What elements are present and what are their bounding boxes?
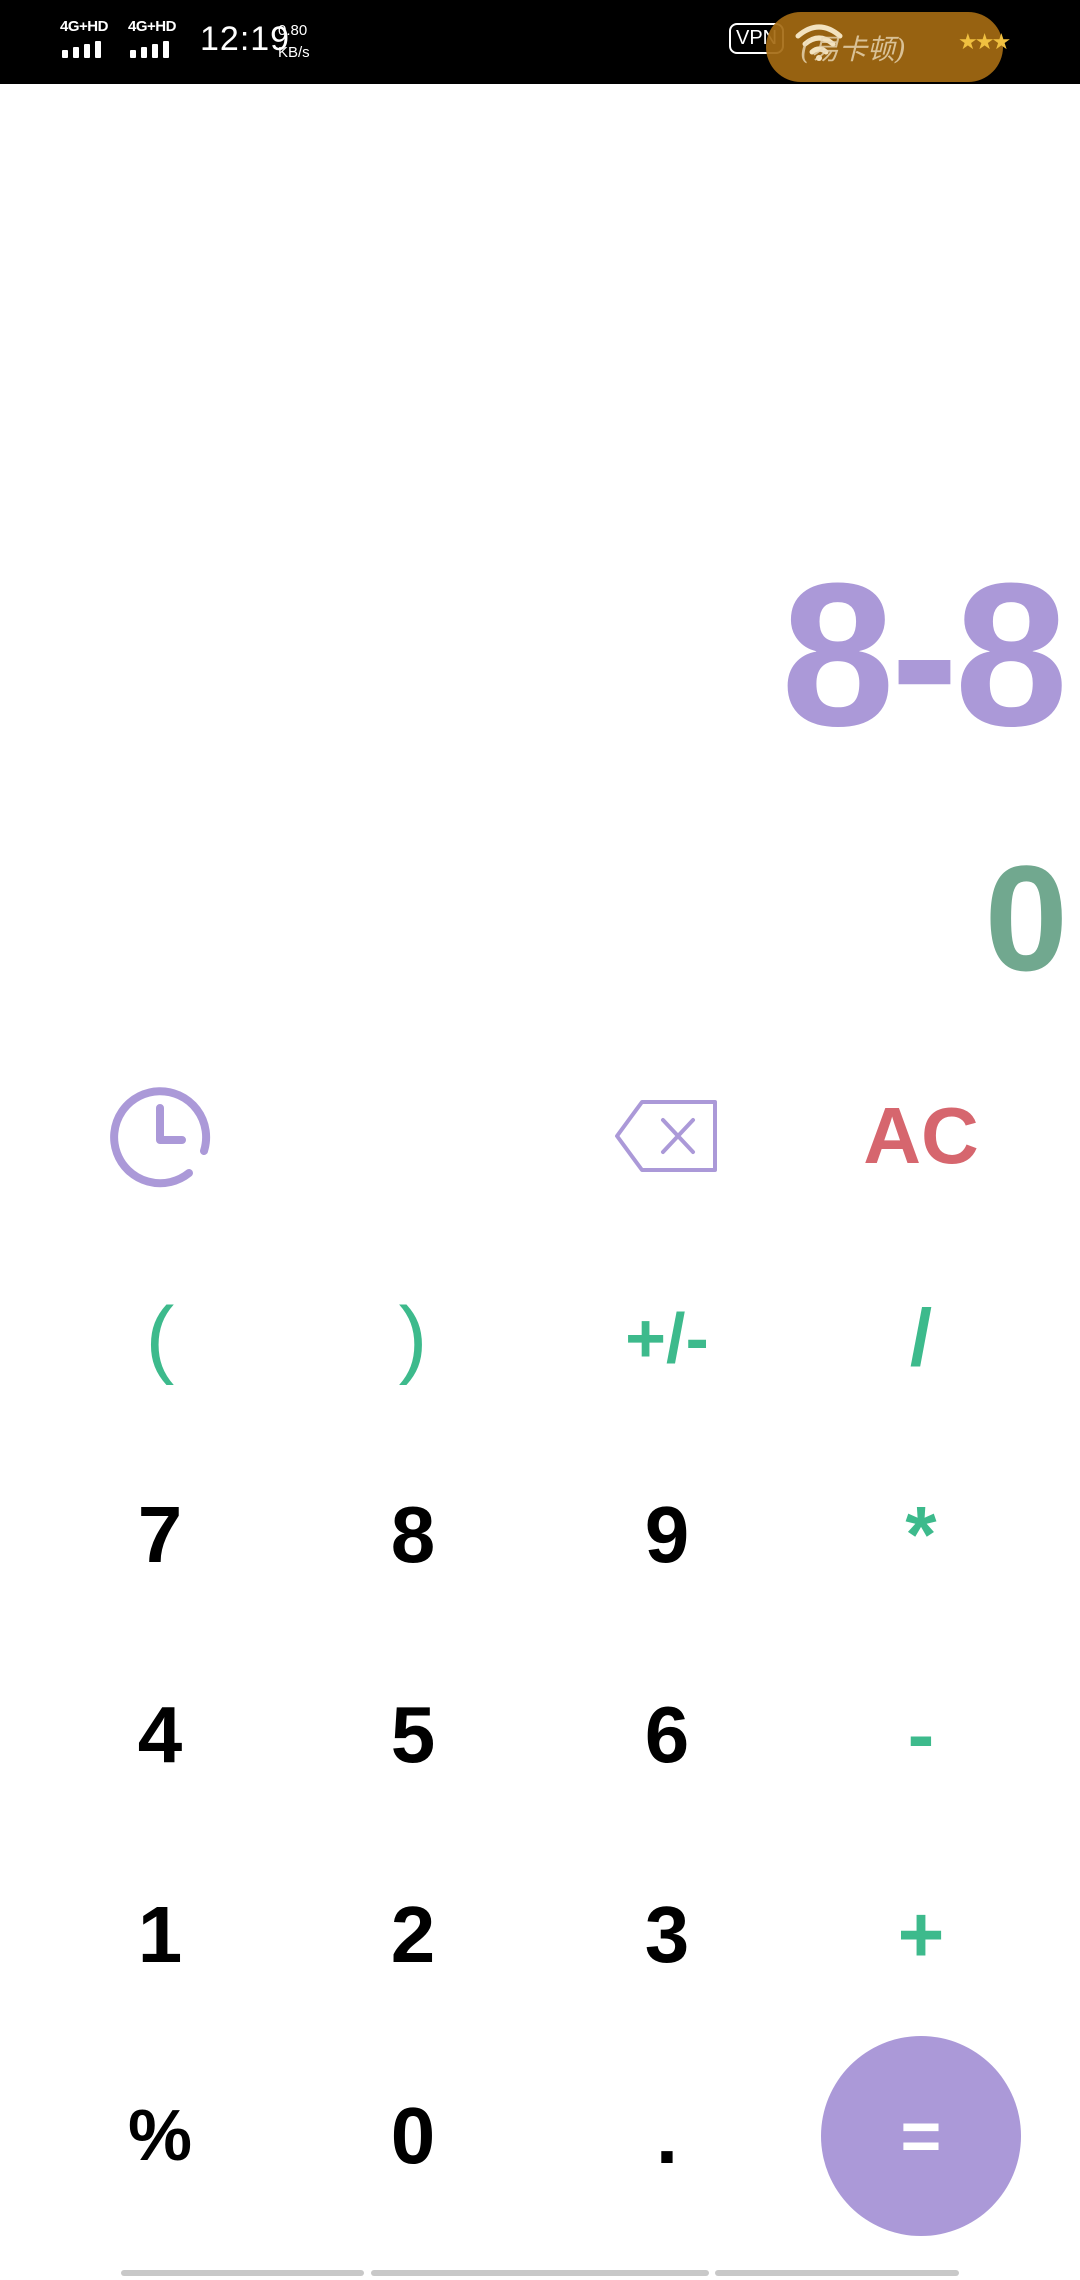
percent-button[interactable]: % [60,2051,260,2221]
nav-hint-bar [715,2270,959,2276]
multiply-button[interactable]: * [821,1450,1021,1620]
signal-bars-icon [62,41,101,58]
add-button[interactable]: + [821,1850,1021,2020]
digit-9-button[interactable]: 9 [567,1450,767,1620]
status-time: 12:19 [200,20,291,58]
history-button[interactable] [60,1051,260,1221]
digit-4-button[interactable]: 4 [60,1650,260,1820]
digit-1-button[interactable]: 1 [60,1850,260,2020]
digit-8-button[interactable]: 8 [313,1450,513,1620]
network-type-label: 4G+HD [60,18,108,35]
equals-button[interactable]: = [821,2036,1021,2236]
clear-button[interactable]: AC [821,1051,1021,1221]
divide-button[interactable]: / [821,1253,1021,1423]
nav-hint-bar [121,2270,364,2276]
overlay-text: (易卡顿) [800,33,906,66]
network-speed: 0.80 KB/s [278,20,310,64]
close-paren-button[interactable]: ) [313,1253,513,1423]
backspace-icon [615,1100,717,1172]
status-bar: 4G+HD 4G+HD 12:19 0.80 KB/s VPN (易卡顿) ★★… [0,0,1080,84]
sign-toggle-button[interactable]: +/- [567,1253,767,1423]
digit-0-button[interactable]: 0 [313,2051,513,2221]
digit-2-button[interactable]: 2 [313,1850,513,2020]
digit-7-button[interactable]: 7 [60,1450,260,1620]
expression-display: 8-8 [781,541,1068,769]
decimal-button[interactable]: . [567,2051,767,2221]
stars-icon: ★★★ [958,30,1011,55]
signal-indicator-2: 4G+HD [128,18,190,58]
clock-icon [110,1087,211,1188]
digit-5-button[interactable]: 5 [313,1650,513,1820]
signal-bars-icon [130,41,169,58]
backspace-button[interactable] [567,1051,767,1221]
nav-hint-bar [371,2270,709,2276]
subtract-button[interactable]: - [821,1650,1021,1820]
network-speed-unit: KB/s [278,44,310,61]
open-paren-button[interactable]: ( [60,1253,260,1423]
network-speed-value: 0.80 [278,22,308,39]
digit-6-button[interactable]: 6 [567,1650,767,1820]
network-type-label: 4G+HD [128,18,176,35]
result-display: 0 [984,834,1068,1002]
digit-3-button[interactable]: 3 [567,1850,767,2020]
signal-indicator-1: 4G+HD [60,18,122,58]
